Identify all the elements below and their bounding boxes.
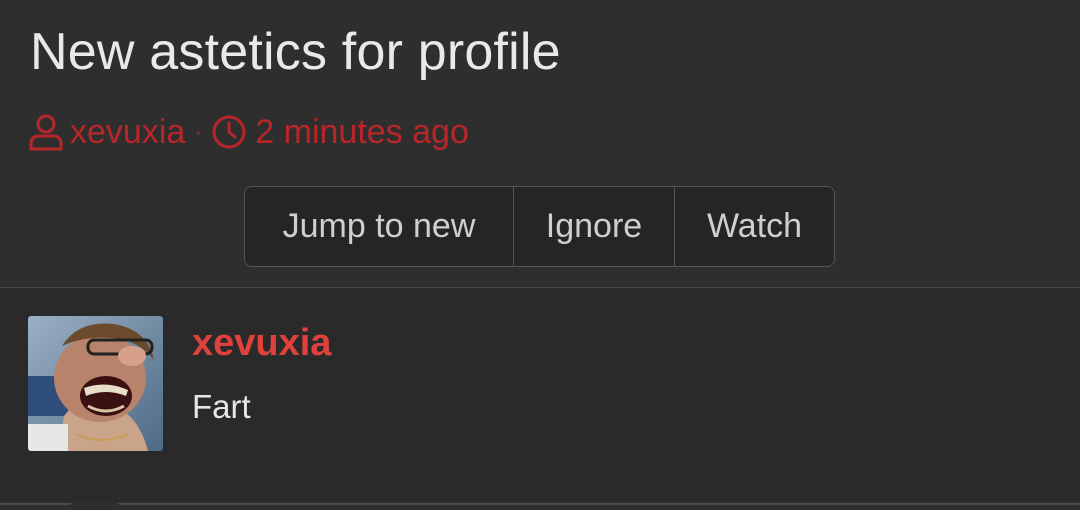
clock-icon [211, 114, 247, 150]
user-icon [28, 113, 64, 151]
ignore-button[interactable]: Ignore [513, 187, 674, 266]
post: xevuxia Fart [0, 288, 1080, 502]
avatar[interactable] [28, 316, 163, 451]
thread-time-link[interactable]: 2 minutes ago [255, 113, 469, 152]
thread-author-link[interactable]: xevuxia [70, 113, 185, 152]
post-bottom-border [0, 479, 1080, 510]
thread-page: New astetics for profile xevuxia · 2 min… [0, 0, 1080, 510]
thread-title: New astetics for profile [30, 23, 561, 81]
watch-button[interactable]: Watch [674, 187, 834, 266]
jump-to-new-button[interactable]: Jump to new [245, 187, 513, 266]
post-author-link[interactable]: xevuxia [192, 322, 331, 365]
meta-separator: · [193, 115, 204, 148]
thread-action-buttons: Jump to new Ignore Watch [244, 186, 835, 267]
post-body: Fart [192, 388, 251, 425]
thread-meta: xevuxia · 2 minutes ago [28, 110, 469, 154]
